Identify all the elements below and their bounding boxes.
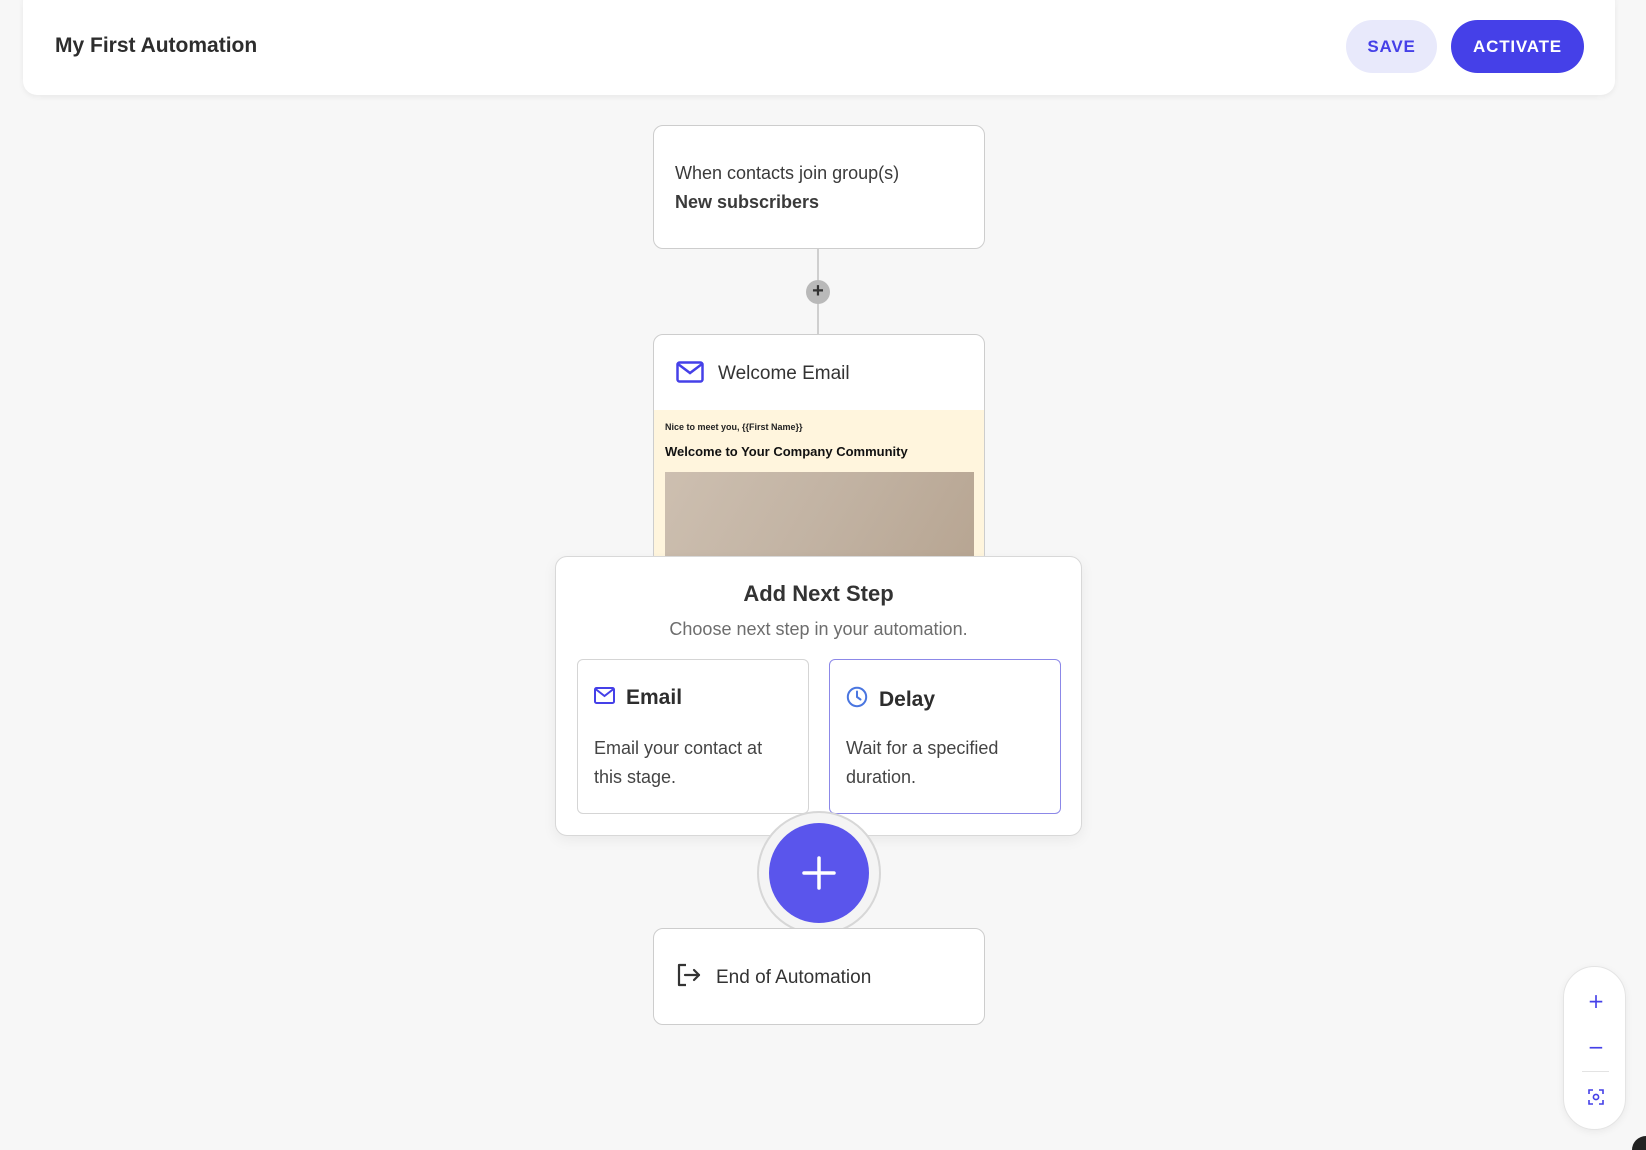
preview-greeting: Nice to meet you, {{First Name}} [665,422,803,432]
fit-view-button[interactable] [1576,1079,1616,1115]
add-step-button[interactable] [769,823,869,923]
option-label: Delay [879,687,936,711]
end-node[interactable]: End of Automation [653,928,985,1025]
email-preview[interactable]: Nice to meet you, {{First Name}} Welcome… [654,410,984,563]
popup-subtitle: Choose next step in your automation. [669,619,968,639]
end-node-row: End of Automation [676,962,871,993]
mail-icon [594,687,615,709]
preview-image [665,472,974,563]
activate-button[interactable]: ACTIVATE [1451,20,1584,73]
email-step-title: Welcome Email [718,363,850,384]
option-label: Email [626,686,683,709]
trigger-description: When contacts join group(s) [675,163,900,183]
delay-option-card[interactable]: Delay Wait for a specified duration. [829,659,1061,814]
preview-heading: Welcome to Your Company Community [665,444,908,459]
popup-title: Add Next Step [743,581,894,606]
option-description: Wait for a specified duration. [846,738,999,787]
zoom-out-button[interactable]: − [1576,1029,1616,1065]
trigger-group: New subscribers [675,192,820,212]
zoom-controls: + − [1563,966,1626,1130]
zoom-in-button[interactable]: + [1576,983,1616,1019]
mail-icon [676,360,704,388]
option-header: Delay [846,686,935,713]
save-button[interactable]: SAVE [1346,20,1437,73]
plus-icon [802,856,836,890]
add-next-step-popup: Add Next Step Choose next step in your a… [555,556,1082,836]
option-description: Email your contact at this stage. [594,738,763,787]
fit-view-icon [1588,1089,1604,1105]
trigger-node[interactable]: When contacts join group(s) New subscrib… [653,125,985,249]
add-step-small-button[interactable]: + [806,280,830,304]
page-title: My First Automation [55,34,258,57]
end-node-title: End of Automation [716,966,872,988]
option-header: Email [594,686,682,710]
clock-icon [846,686,868,713]
email-option-card[interactable]: Email Email your contact at this stage. [577,659,809,814]
window-corner [1632,1136,1646,1150]
zoom-divider [1582,1071,1609,1072]
email-step-header: Welcome Email [676,359,850,389]
exit-icon [676,962,702,993]
automation-editor: My First Automation SAVE ACTIVATE When c… [0,0,1646,1150]
email-step-node[interactable]: Welcome Email Nice to meet you, {{First … [653,334,985,564]
editor-header: My First Automation SAVE ACTIVATE [23,0,1615,95]
